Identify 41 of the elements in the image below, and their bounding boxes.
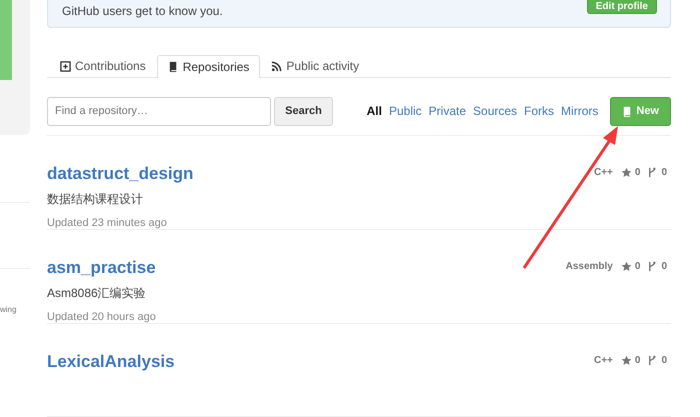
repo-name-link[interactable]: datastruct_design xyxy=(47,164,194,184)
repo-name-link[interactable]: asm_practise xyxy=(47,258,156,278)
filter-link[interactable]: All xyxy=(366,104,382,118)
rss-icon xyxy=(271,60,282,72)
star-icon xyxy=(620,354,632,366)
fork-count: 0 xyxy=(661,260,667,272)
repo-name-link[interactable]: LexicalAnalysis xyxy=(47,352,175,372)
tab[interactable]: Repositories xyxy=(156,54,260,78)
fork-icon xyxy=(647,354,658,366)
repo-description: 数据结构课程设计 xyxy=(47,190,144,208)
star-icon xyxy=(620,166,632,178)
filter-link[interactable]: Sources xyxy=(473,104,518,118)
language-label: Assembly xyxy=(566,260,613,272)
book-icon xyxy=(622,106,634,117)
fork-count: 0 xyxy=(661,354,667,366)
search-field[interactable]: Find a repository… xyxy=(47,96,271,126)
filter-link[interactable]: Public xyxy=(388,104,422,118)
search-button[interactable]: Search xyxy=(274,96,333,126)
updated-time: Updated 23 minutes ago xyxy=(47,216,168,229)
book-icon xyxy=(168,61,179,72)
star-icon xyxy=(620,260,632,272)
new-button[interactable]: New xyxy=(610,96,671,126)
fork-icon xyxy=(647,260,658,272)
fork-icon xyxy=(647,166,658,178)
star-count: 0 xyxy=(634,260,640,272)
filter-link[interactable]: Mirrors xyxy=(561,104,598,118)
language-label: C++ xyxy=(594,166,613,178)
tab[interactable]: Public activity xyxy=(260,54,370,77)
tip-text: GitHub users get to know you. xyxy=(62,4,223,18)
filter-link[interactable]: Private xyxy=(428,104,466,118)
language-label: C++ xyxy=(594,354,613,366)
repo-description: Asm8086汇编实验 xyxy=(47,284,147,302)
star-count: 0 xyxy=(634,166,640,178)
tab[interactable]: Contributions xyxy=(49,54,157,77)
filter-link[interactable]: Forks xyxy=(524,104,554,118)
sidebar-label: wing xyxy=(0,305,16,314)
fork-count: 0 xyxy=(661,166,667,178)
plus-square-icon xyxy=(60,60,71,72)
edit-profile-button[interactable]: Edit profile xyxy=(586,0,657,14)
updated-time: Updated 20 hours ago xyxy=(47,310,157,323)
star-count: 0 xyxy=(634,354,640,366)
